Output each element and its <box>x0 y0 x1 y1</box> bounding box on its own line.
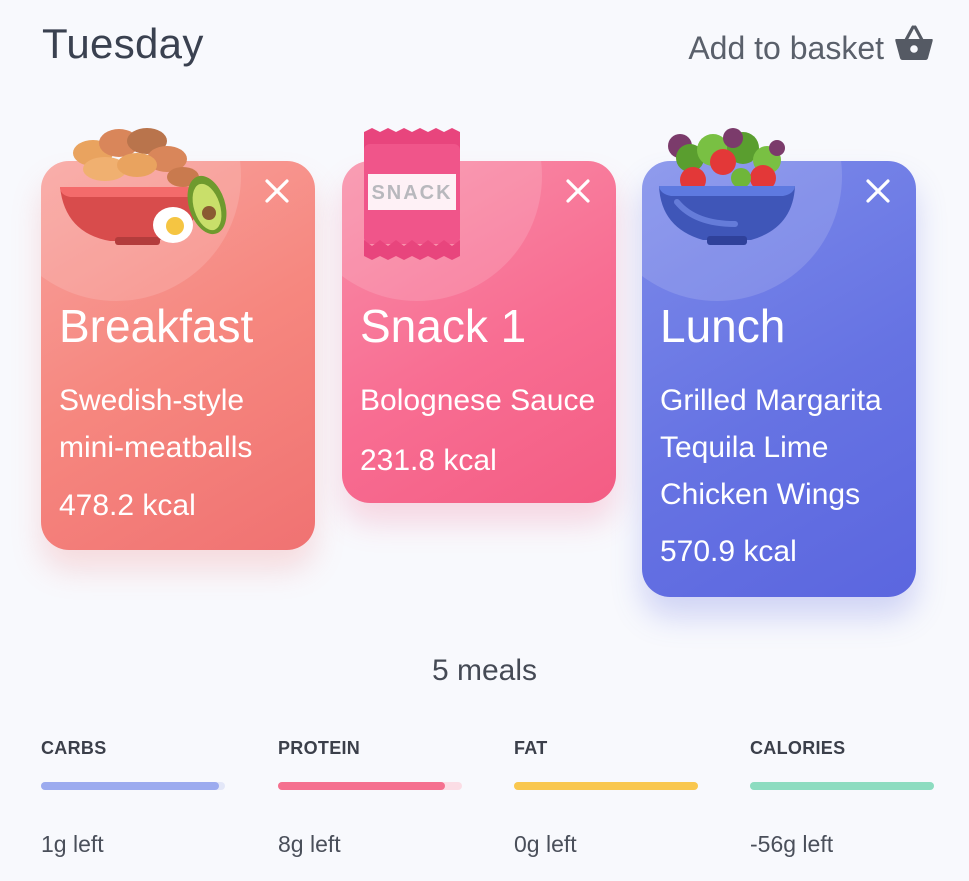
macro-remaining: -56g left <box>750 831 834 857</box>
meal-name: Snack 1 <box>360 300 527 352</box>
macro-label: FAT <box>514 738 548 758</box>
macro-fat: FAT 0g left <box>514 738 699 857</box>
add-to-basket-label: Add to basket <box>688 30 884 66</box>
day-title: Tuesday <box>42 20 204 67</box>
macro-label: CARBS <box>41 738 107 758</box>
meal-card-lunch[interactable]: Lunch Grilled Margarita Tequila Lime Chi… <box>642 161 916 597</box>
card-decoration <box>642 161 842 301</box>
meals-count: 5 meals <box>431 654 538 687</box>
macro-carbs: CARBS 1g left <box>41 738 226 857</box>
meal-recipe: Grilled Margarita Tequila Lime Chicken W… <box>660 384 882 511</box>
meal-kcal: 478.2 kcal <box>59 489 196 522</box>
macro-calories: CALORIES -56g left <box>750 738 935 857</box>
macro-progress-fill <box>41 782 220 790</box>
macro-progress-fill <box>750 782 934 790</box>
macro-progress-fill <box>278 782 446 790</box>
card-decoration <box>342 161 542 301</box>
meal-name: Lunch <box>660 300 786 352</box>
macro-progress-track <box>750 782 934 790</box>
macro-progress-fill <box>514 782 698 790</box>
close-icon[interactable] <box>864 177 892 205</box>
meal-name: Breakfast <box>59 300 254 352</box>
basket-icon <box>894 24 934 62</box>
add-to-basket-button[interactable]: Add to basket <box>688 18 934 67</box>
macro-label: CALORIES <box>750 738 846 758</box>
meal-kcal: 231.8 kcal <box>360 444 497 477</box>
close-icon[interactable] <box>564 177 592 205</box>
meal-recipe: Swedish-style mini-meatballs <box>59 384 253 464</box>
card-decoration <box>41 161 241 301</box>
macro-remaining: 1g left <box>41 831 104 857</box>
macro-progress-track <box>41 782 225 790</box>
meal-card-snack-1[interactable]: Snack 1 Bolognese Sauce 231.8 kcal <box>342 161 616 503</box>
macro-label: PROTEIN <box>278 738 361 758</box>
meal-card-breakfast[interactable]: Breakfast Swedish-style mini-meatballs 4… <box>41 161 315 550</box>
macro-progress-track <box>514 782 698 790</box>
meal-recipe: Bolognese Sauce <box>360 384 596 417</box>
close-icon[interactable] <box>263 177 291 205</box>
macro-remaining: 8g left <box>278 831 341 857</box>
macro-progress-track <box>278 782 462 790</box>
macro-protein: PROTEIN 8g left <box>278 738 463 857</box>
macro-remaining: 0g left <box>514 831 577 857</box>
meal-kcal: 570.9 kcal <box>660 535 797 568</box>
